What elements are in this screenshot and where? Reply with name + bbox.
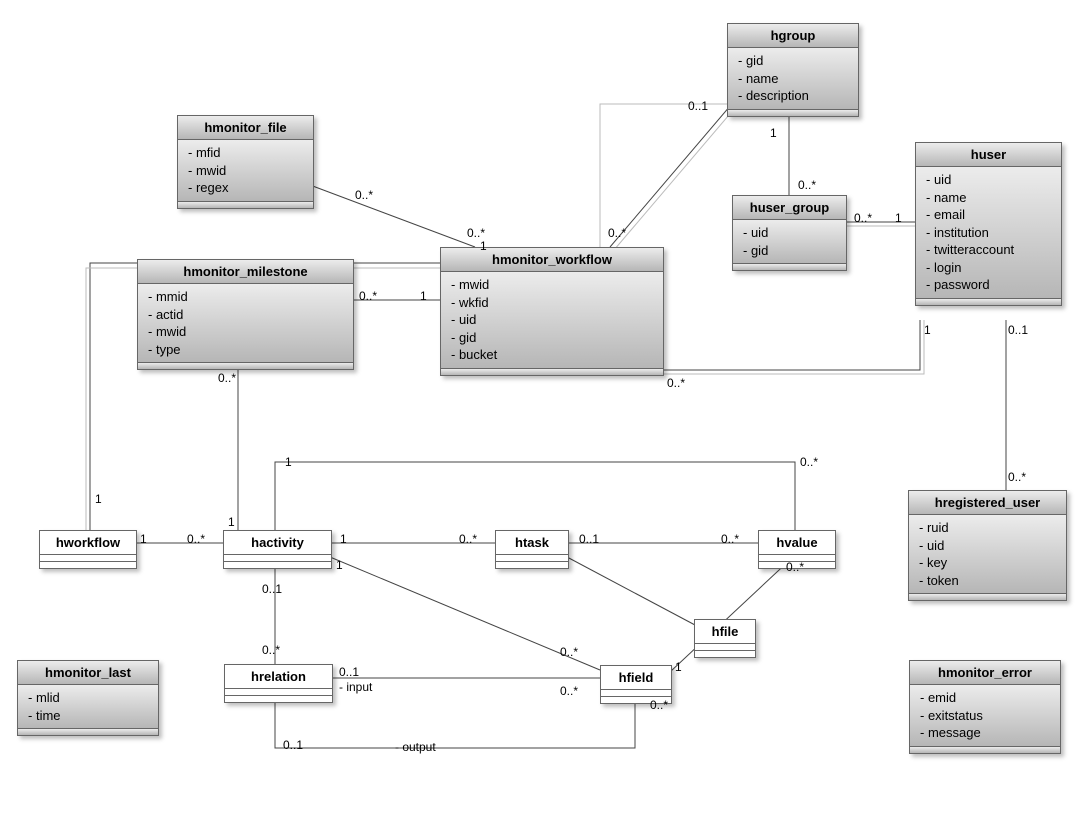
class-title: hmonitor_error	[910, 661, 1060, 685]
card-label: 0..1	[1008, 323, 1028, 337]
card-label: 1	[336, 558, 343, 572]
class-title: hmonitor_last	[18, 661, 158, 685]
class-title: huser_group	[733, 196, 846, 220]
class-title: htask	[496, 531, 568, 555]
class-title: hvalue	[759, 531, 835, 555]
card-label: 0..*	[355, 188, 373, 202]
class-hregistered_user: hregistered_user - ruid - uid - key - to…	[908, 490, 1067, 601]
card-label: 1	[895, 211, 902, 225]
card-label: 1	[480, 239, 487, 253]
role-label: - output	[395, 740, 436, 754]
card-label: 1	[420, 289, 427, 303]
card-label: 0..*	[459, 532, 477, 546]
class-hmonitor_milestone: hmonitor_milestone - mmid - actid - mwid…	[137, 259, 354, 370]
card-label: 1	[675, 660, 682, 674]
card-label: 0..*	[854, 211, 872, 225]
card-label: 0..1	[579, 532, 599, 546]
class-title: hmonitor_milestone	[138, 260, 353, 284]
card-label: 0..*	[467, 226, 485, 240]
class-title: huser	[916, 143, 1061, 167]
card-label: 0..*	[721, 532, 739, 546]
class-title: hrelation	[225, 665, 332, 689]
card-label: 0..*	[1008, 470, 1026, 484]
class-title: hgroup	[728, 24, 858, 48]
class-title: hfile	[695, 620, 755, 644]
class-hmonitor_workflow: hmonitor_workflow - mwid - wkfid - uid -…	[440, 247, 664, 376]
class-hmonitor_file: hmonitor_file - mfid - mwid - regex	[177, 115, 314, 209]
card-label: 1	[285, 455, 292, 469]
class-huser: huser - uid - name - email - institution…	[915, 142, 1062, 306]
card-label: 1	[340, 532, 347, 546]
card-label: 0..1	[262, 582, 282, 596]
card-label: 0..1	[283, 738, 303, 752]
class-htask: htask	[495, 530, 569, 569]
class-huser_group: huser_group - uid - gid	[732, 195, 847, 271]
class-title: hmonitor_workflow	[441, 248, 663, 272]
card-label: 0..*	[187, 532, 205, 546]
class-title: hregistered_user	[909, 491, 1066, 515]
card-label: 1	[140, 532, 147, 546]
card-label: 0..*	[560, 645, 578, 659]
card-label: 1	[228, 515, 235, 529]
role-label: - input	[339, 680, 372, 694]
class-hmonitor_last: hmonitor_last - mlid - time	[17, 660, 159, 736]
class-hmonitor_error: hmonitor_error - emid - exitstatus - mes…	[909, 660, 1061, 754]
card-label: 0..*	[262, 643, 280, 657]
class-hrelation: hrelation	[224, 664, 333, 703]
card-label: 0..*	[359, 289, 377, 303]
card-label: 0..1	[339, 665, 359, 679]
card-label: 0..*	[667, 376, 685, 390]
card-label: 0..*	[800, 455, 818, 469]
class-hactivity: hactivity	[223, 530, 332, 569]
card-label: 0..*	[560, 684, 578, 698]
class-hworkflow: hworkflow	[39, 530, 137, 569]
class-title: hactivity	[224, 531, 331, 555]
card-label: 0..*	[608, 226, 626, 240]
card-label: 1	[95, 492, 102, 506]
card-label: 1	[924, 323, 931, 337]
class-hgroup: hgroup - gid - name - description	[727, 23, 859, 117]
class-title: hmonitor_file	[178, 116, 313, 140]
card-label: 0..*	[650, 698, 668, 712]
card-label: 0..1	[688, 99, 708, 113]
card-label: 0..*	[798, 178, 816, 192]
card-label: 0..*	[786, 560, 804, 574]
class-title: hworkflow	[40, 531, 136, 555]
class-hfile: hfile	[694, 619, 756, 658]
class-title: hfield	[601, 666, 671, 690]
card-label: 1	[770, 126, 777, 140]
card-label: 0..*	[218, 371, 236, 385]
